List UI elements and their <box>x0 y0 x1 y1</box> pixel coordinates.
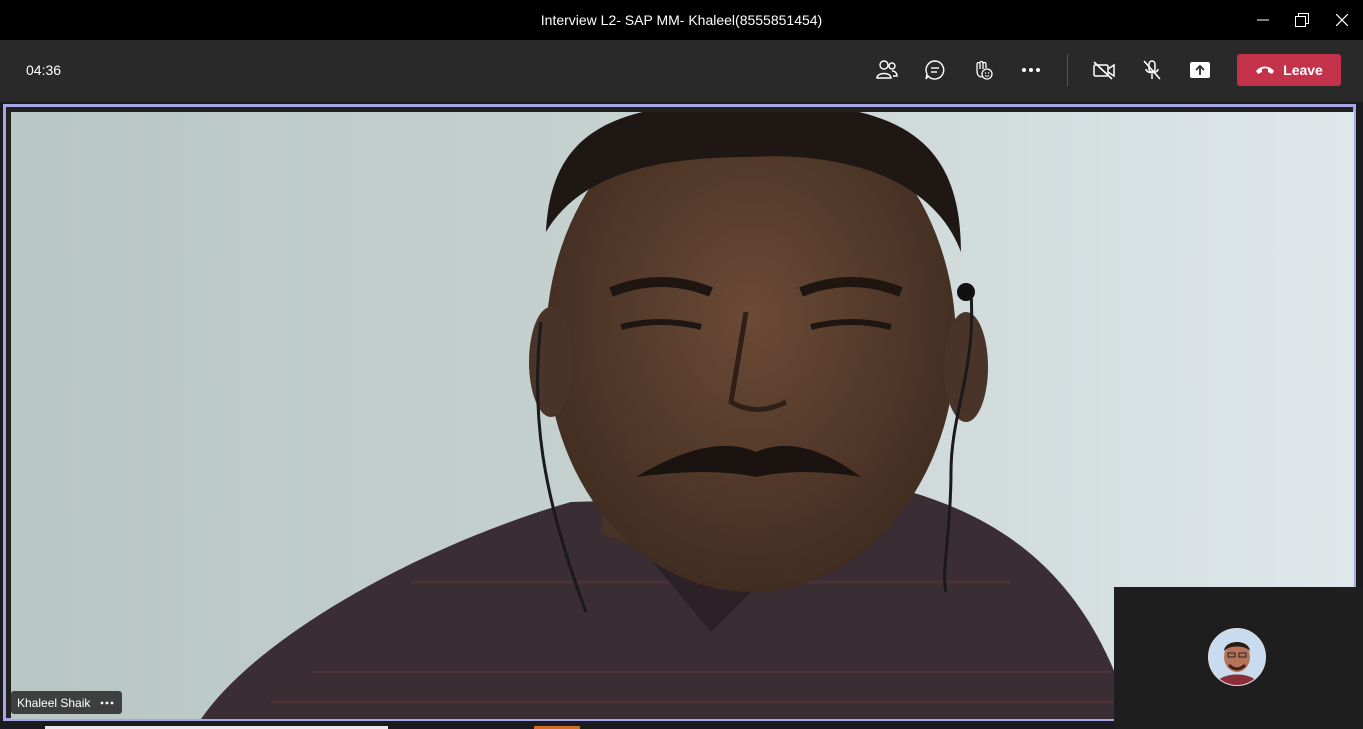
window-title: Interview L2- SAP MM- Khaleel(8555851454… <box>540 12 823 28</box>
minimize-button[interactable] <box>1243 0 1283 40</box>
leave-label: Leave <box>1283 62 1323 78</box>
participant-name-chip[interactable]: Khaleel Shaik <box>11 691 123 714</box>
camera-off-icon <box>1093 61 1115 80</box>
reactions-button[interactable] <box>965 54 1001 86</box>
hang-up-icon <box>1256 66 1275 74</box>
chat-button[interactable] <box>917 54 953 86</box>
close-button[interactable] <box>1322 0 1362 40</box>
mic-off-icon <box>1143 60 1161 80</box>
people-icon <box>876 60 898 79</box>
avatar-image <box>1209 629 1265 685</box>
raise-hand-icon <box>976 60 993 80</box>
chat-icon <box>925 60 945 80</box>
more-icon <box>1022 68 1040 72</box>
restore-icon <box>1295 13 1309 27</box>
minimize-icon <box>1257 19 1269 21</box>
share-icon <box>1190 62 1210 78</box>
participants-button[interactable] <box>869 54 905 86</box>
restore-button[interactable] <box>1282 0 1322 40</box>
leave-button[interactable]: Leave <box>1237 54 1341 86</box>
meeting-toolbar: 04:36 Leave <box>0 40 1363 102</box>
toolbar-divider <box>1067 54 1068 86</box>
more-options-button[interactable] <box>1013 54 1049 86</box>
title-bar: Interview L2- SAP MM- Khaleel(8555851454… <box>0 0 1363 40</box>
self-view[interactable] <box>1114 587 1363 729</box>
participant-name: Khaleel Shaik <box>17 695 91 710</box>
mic-button[interactable] <box>1134 54 1170 86</box>
camera-button[interactable] <box>1086 54 1122 86</box>
call-timer: 04:36 <box>26 62 62 78</box>
share-button[interactable] <box>1182 54 1218 86</box>
user-avatar <box>1208 628 1266 686</box>
close-icon <box>1336 14 1348 26</box>
more-icon[interactable] <box>100 701 114 705</box>
